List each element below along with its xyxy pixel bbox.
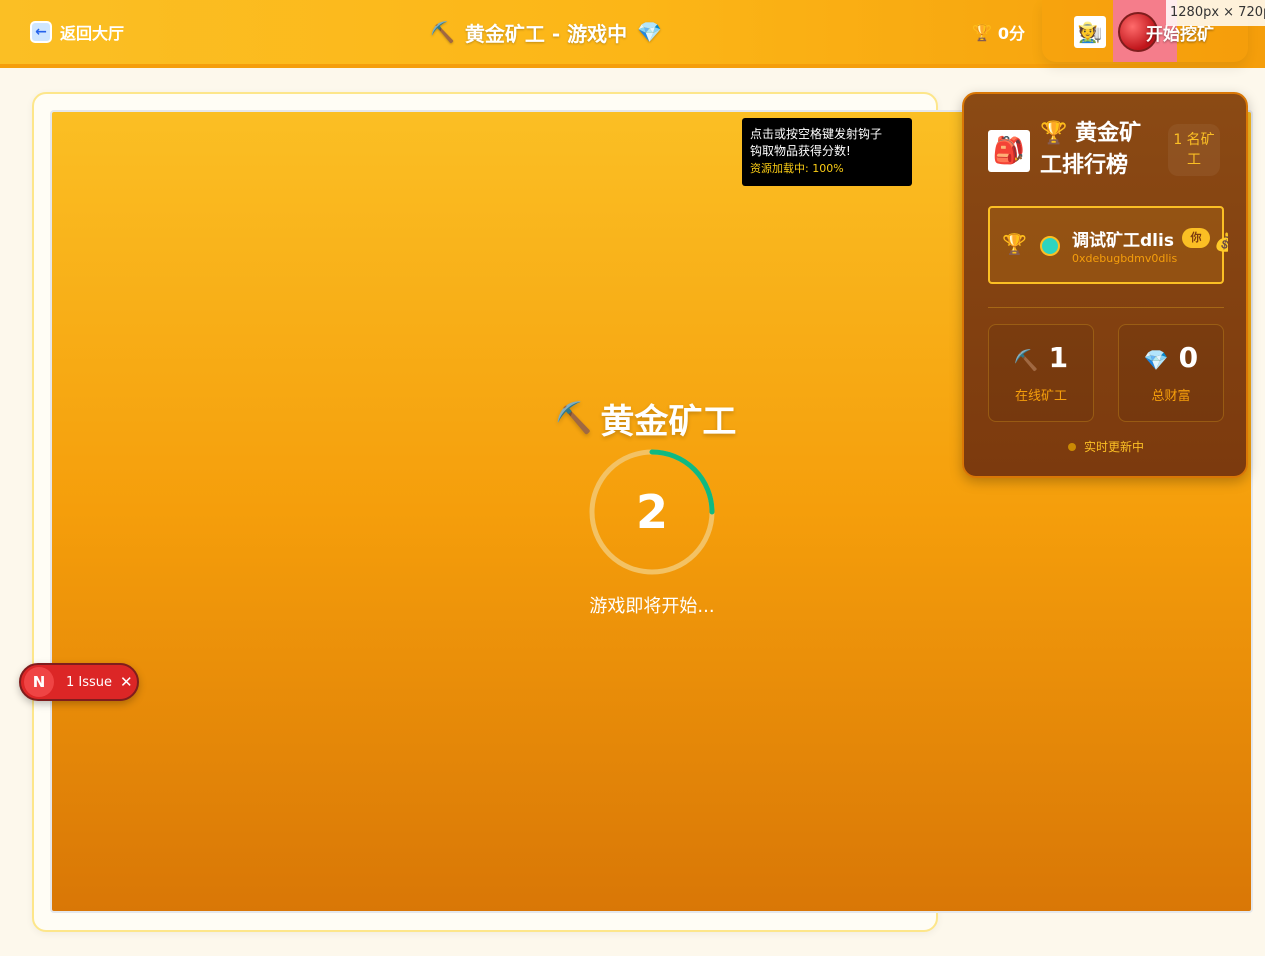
online-miners-number: 1: [1048, 341, 1069, 374]
you-badge: 你: [1182, 228, 1210, 248]
arrow-left-icon: ←: [30, 21, 52, 43]
trophy-icon: 🏆: [1002, 232, 1027, 256]
online-miners-label: 在线矿工: [1014, 389, 1067, 404]
hint-line-2: 钩取物品获得分数!: [750, 144, 851, 158]
trophy-icon: 🏆: [1040, 121, 1068, 146]
score-text: 0分: [997, 24, 1026, 43]
pickaxe-icon: ⛏️: [1013, 348, 1039, 372]
game-title-text: 黄金矿工: [600, 401, 737, 442]
leaderboard-panel: 🎒 🏆 黄金矿工排行榜 1 名矿工 🏆 调试矿工dlis 0xdebugbdmv…: [962, 92, 1248, 478]
back-to-lobby-button[interactable]: ← 返回大厅: [30, 18, 124, 46]
diamond-icon: 💎: [1143, 348, 1169, 372]
player-avatar-dot: [1040, 236, 1060, 256]
game-title: ⛏️ 黄金矿工: [555, 396, 737, 442]
miner-count-badge: 1 名矿工: [1168, 124, 1220, 176]
total-wealth-number: 0: [1178, 341, 1199, 374]
trophy-icon: 🏆: [972, 22, 992, 42]
live-status-text: 实时更新中: [1084, 440, 1145, 454]
total-wealth-label: 总财富: [1151, 389, 1191, 404]
player-address: 0xdebugbdmv0dlis: [1072, 252, 1178, 265]
close-icon[interactable]: ✕: [120, 673, 133, 691]
live-status: 实时更新中: [1068, 438, 1144, 455]
leaderboard-entry[interactable]: 🏆 调试矿工dlis 0xdebugbdmv0dlis 你 💰: [988, 206, 1228, 284]
backpack-icon: 🎒: [988, 130, 1030, 172]
next-logo-icon: N: [24, 667, 54, 697]
money-bag-icon: 💰: [1214, 232, 1228, 253]
score-display: 🏆 0分: [972, 18, 1025, 46]
page-title-text: 黄金矿工 - 游戏中: [464, 21, 628, 46]
total-wealth-stat: 💎 0 总财富: [1118, 324, 1224, 422]
pickaxe-icon: ⛏️: [555, 400, 593, 436]
page-title: ⛏️ 黄金矿工 - 游戏中 💎: [430, 16, 662, 48]
live-dot-icon: [1068, 442, 1076, 451]
starting-message: 游戏即将开始...: [589, 596, 715, 617]
total-wealth-value: 💎 0: [1119, 341, 1223, 374]
online-miners-value: ⛏️ 1: [989, 341, 1093, 374]
divider: [988, 307, 1224, 308]
hint-line-1: 点击或按空格键发射钩子: [750, 127, 883, 141]
online-miners-stat: ⛏️ 1 在线矿工: [988, 324, 1094, 422]
issues-badge[interactable]: N 1 Issue ✕: [19, 663, 139, 701]
issues-label: 1 Issue: [66, 674, 113, 690]
diamond-icon: 💎: [637, 20, 663, 44]
loading-status: 资源加载中: 100%: [750, 162, 844, 175]
viewport-dimensions: 1280px × 720px: [1166, 0, 1265, 26]
pickaxe-icon: ⛏️: [430, 20, 455, 44]
countdown-number: 2: [635, 485, 668, 539]
back-label: 返回大厅: [60, 24, 125, 43]
avatar[interactable]: 🧑‍🌾: [1074, 16, 1106, 48]
player-name: 调试矿工dlis: [1072, 231, 1174, 251]
controls-hint: 点击或按空格键发射钩子 钩取物品获得分数! 资源加载中: 100%: [742, 118, 912, 186]
leaderboard-title: 🏆 黄金矿工排行榜: [1040, 118, 1152, 182]
